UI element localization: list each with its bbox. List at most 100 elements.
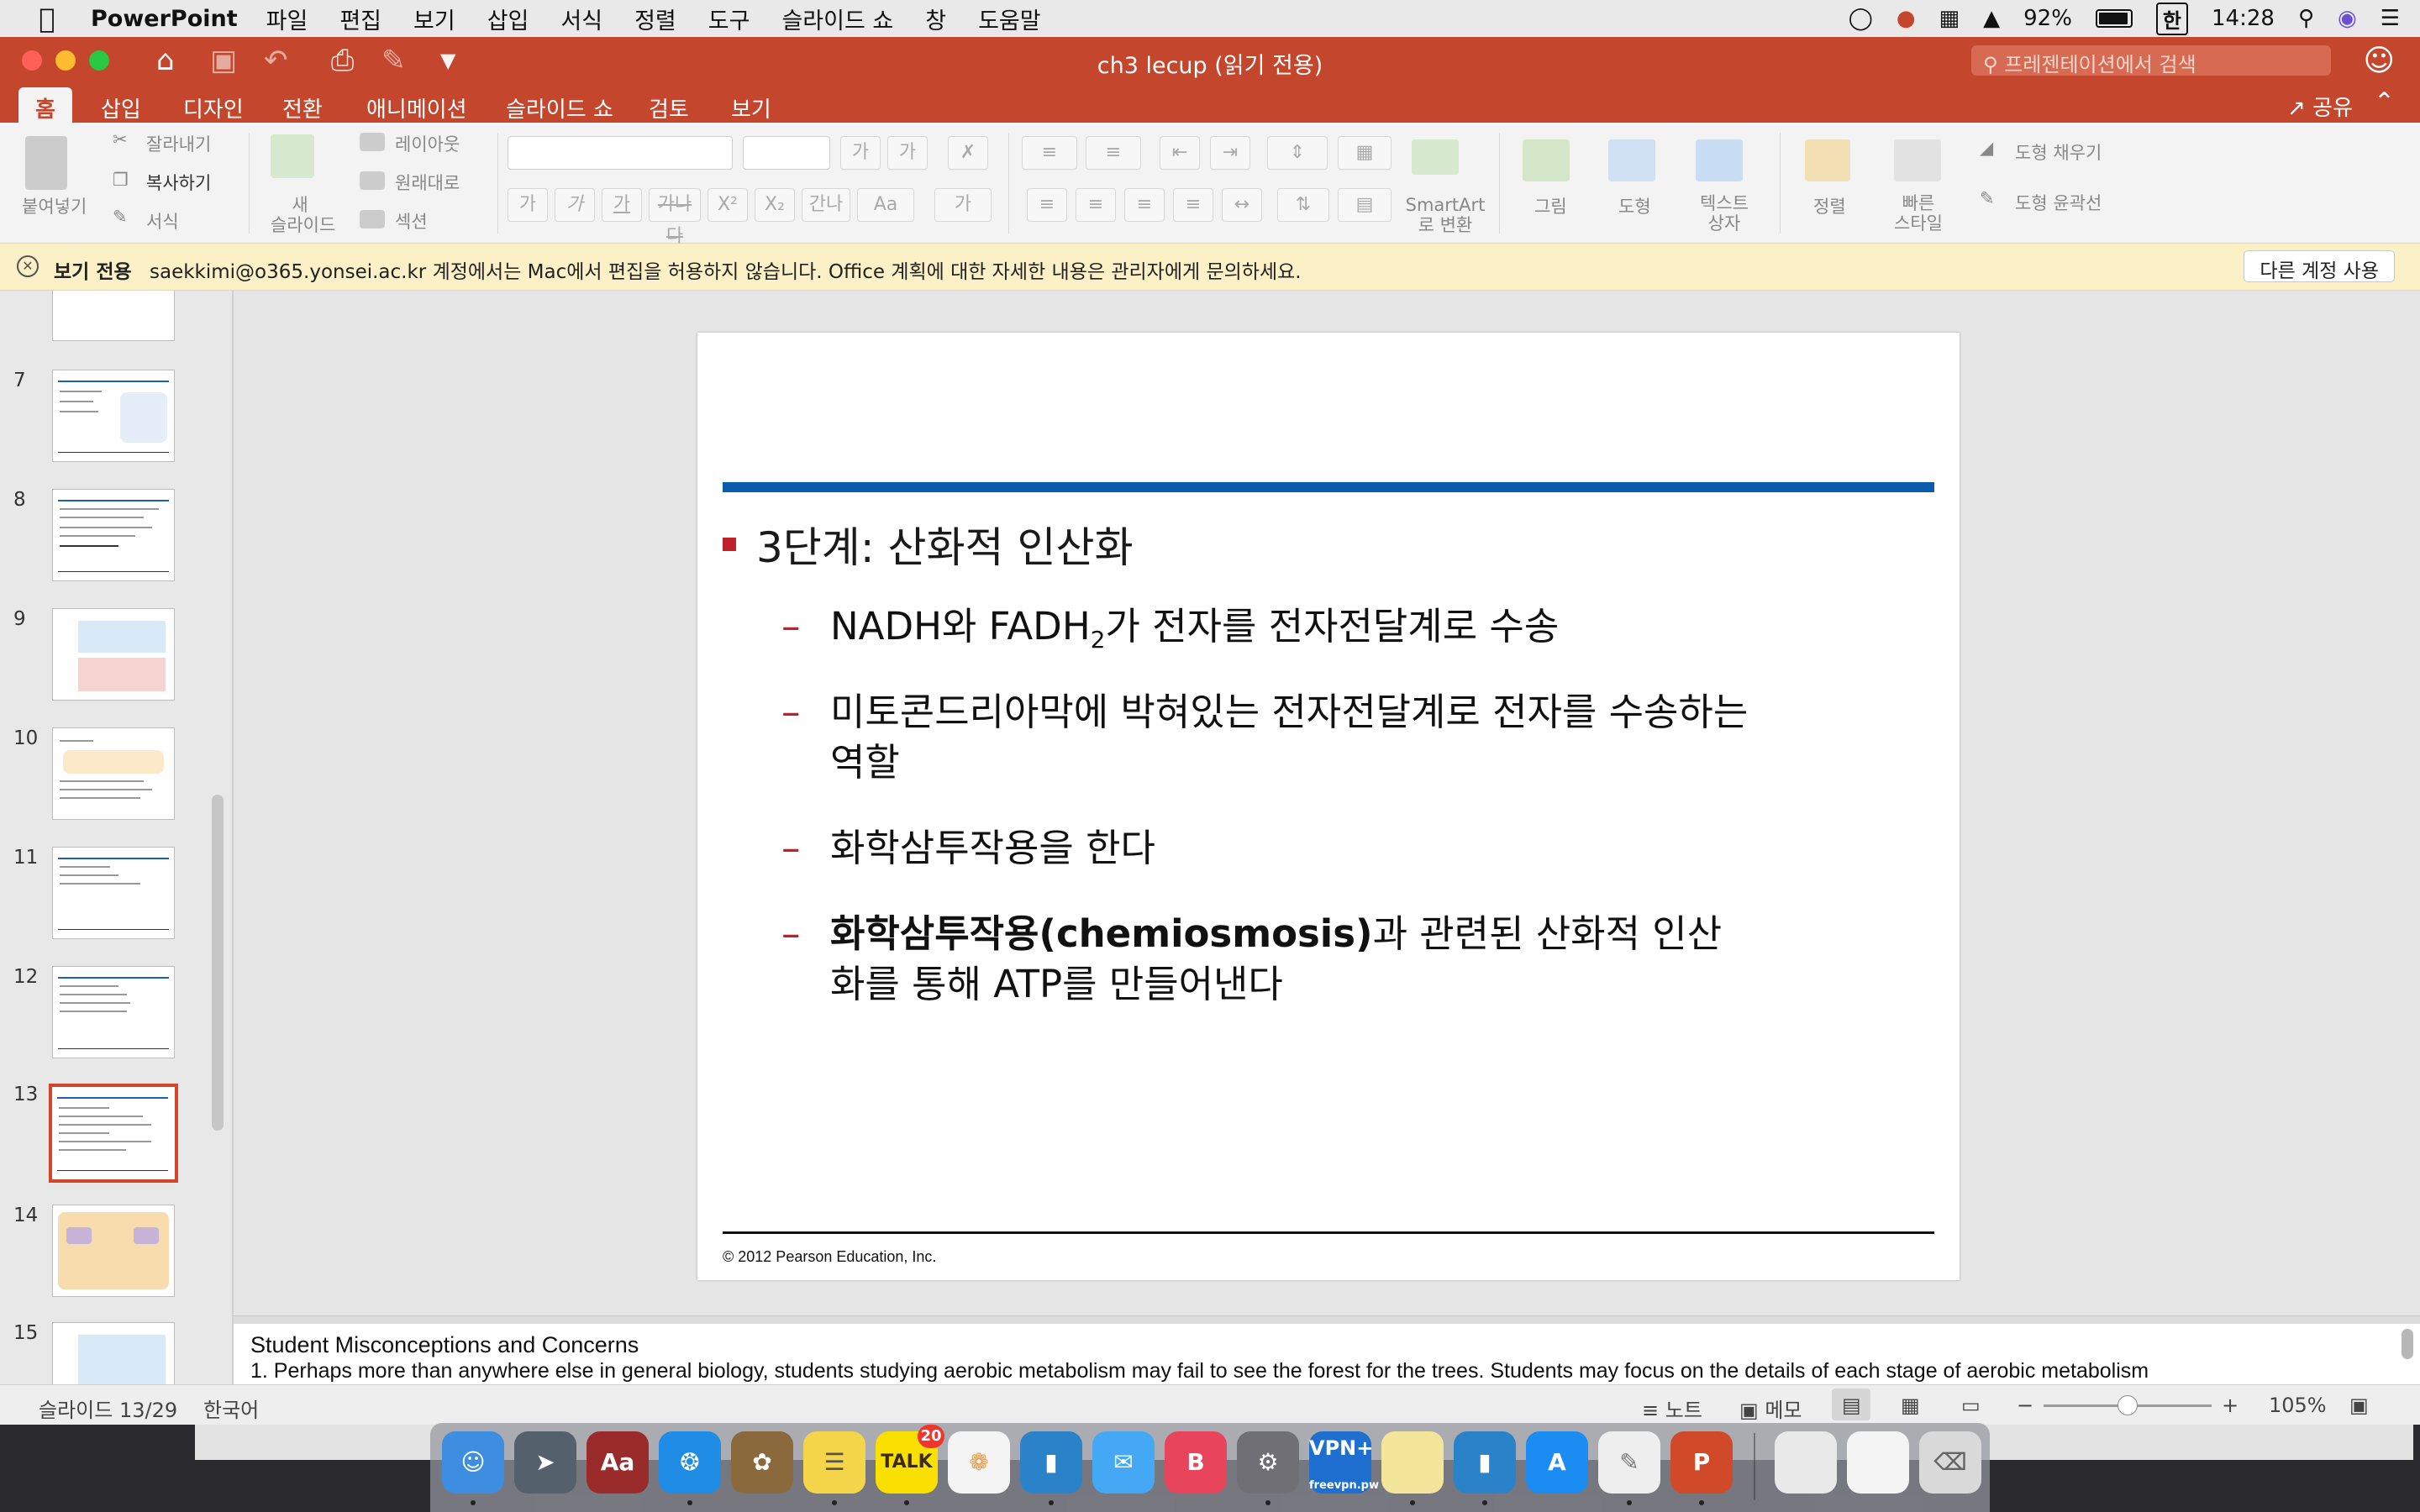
tab-home[interactable]: 홈 (18, 87, 72, 123)
copy-button[interactable]: 복사하기 (146, 170, 211, 195)
new-slide-button[interactable]: 새 슬라이드 (271, 195, 335, 235)
stickies-icon[interactable] (1381, 1431, 1444, 1494)
bold-button[interactable]: 가 (508, 188, 548, 222)
superscript-button[interactable]: X² (708, 188, 748, 222)
reader-app-icon[interactable]: ▮ (1454, 1431, 1516, 1494)
align-left-button[interactable]: ≡ (1027, 188, 1067, 222)
textedit-icon[interactable]: ✎ (1598, 1431, 1660, 1494)
slide-thumbnail[interactable] (52, 847, 175, 939)
convert-smartart-button[interactable]: SmartArt 로 변환 (1398, 195, 1492, 235)
section-button[interactable]: 섹션 (395, 208, 428, 234)
font-color-button[interactable]: 가 (934, 188, 992, 222)
slide-thumbnail[interactable] (52, 1205, 175, 1297)
thumbnail-scrollbar[interactable] (212, 795, 224, 1131)
clock[interactable]: 14:28 (2212, 6, 2275, 31)
align-center-button[interactable]: ≡ (1076, 188, 1116, 222)
menu-view[interactable]: 보기 (413, 3, 455, 35)
wifi-icon[interactable]: ▲ (1983, 6, 2000, 31)
menu-tools[interactable]: 도구 (708, 3, 750, 35)
picture-button[interactable]: 그림 (1534, 193, 1567, 218)
paste-button[interactable]: 붙여넣기 (22, 193, 87, 218)
creative-cloud-icon[interactable]: ◯ (1849, 6, 1873, 31)
clear-format-button[interactable]: ✗ (948, 136, 988, 170)
fit-to-window-icon[interactable]: ▣ (2349, 1394, 2369, 1417)
shape-outline-button[interactable]: 도형 윤곽선 (2015, 190, 2102, 215)
slide-thumbnail[interactable] (52, 291, 175, 341)
kakaotalk-icon[interactable]: TALK 20 (876, 1425, 944, 1494)
font-size-select[interactable] (743, 136, 830, 170)
increase-indent-button[interactable]: ⇥ (1210, 136, 1250, 170)
bear-app-icon[interactable]: B (1165, 1431, 1227, 1494)
app-store-icon[interactable]: A (1526, 1431, 1588, 1494)
font-name-select[interactable] (508, 136, 733, 170)
decrease-indent-button[interactable]: ⇤ (1160, 136, 1200, 170)
safari-icon[interactable]: ❂ (659, 1431, 721, 1494)
text-direction-button[interactable]: ⇅ (1277, 188, 1329, 222)
notes-app-icon[interactable]: ☰ (803, 1431, 865, 1494)
comments-toggle-button[interactable]: ▣ 메모 (1739, 1394, 1802, 1423)
menu-insert[interactable]: 삽입 (487, 3, 529, 35)
grow-font-button[interactable]: 가 (840, 136, 881, 170)
slide-thumbnail[interactable] (52, 1322, 175, 1384)
underline-button[interactable]: 가 (602, 188, 642, 222)
slide-title[interactable]: 3단계: 산화적 인산화 (723, 514, 1133, 575)
share-button[interactable]: ↗ 공유 (2287, 91, 2353, 122)
menu-arrange[interactable]: 정렬 (634, 3, 676, 35)
columns-button[interactable]: ▦ (1338, 136, 1392, 170)
menu-format[interactable]: 서식 (560, 3, 602, 35)
system-preferences-icon[interactable]: ⚙ (1237, 1431, 1299, 1494)
subscript-button[interactable]: X₂ (755, 188, 795, 222)
arrange-button[interactable]: 정렬 (1813, 193, 1846, 218)
shape-button[interactable]: 도형 (1618, 193, 1651, 218)
trash-icon[interactable]: ⌫ (1919, 1431, 1981, 1494)
change-case-button[interactable]: Aa (857, 188, 914, 222)
justify-button[interactable]: ≡ (1173, 188, 1213, 222)
tab-insert[interactable]: 삽입 (84, 87, 158, 123)
zoom-slider-knob[interactable] (2118, 1395, 2138, 1415)
tab-animations[interactable]: 애니메이션 (350, 87, 484, 123)
quick-styles-button[interactable]: 빠른 스타일 (1886, 193, 1951, 234)
menu-window[interactable]: 창 (925, 3, 946, 35)
notification-app-icon[interactable]: ● (1897, 6, 1916, 31)
launchpad-icon[interactable]: ➤ (514, 1431, 576, 1494)
siri-icon[interactable]: ◉ (2338, 6, 2357, 31)
presentation-search-input[interactable]: ⚲ 프레젠테이션에서 검색 (1971, 45, 2331, 76)
cut-button[interactable]: 잘라내기 (146, 131, 211, 156)
window-manager-icon[interactable]: ▦ (1939, 6, 1960, 31)
notes-splitter[interactable] (234, 1315, 2420, 1324)
finder-icon[interactable]: ☺ (442, 1431, 504, 1494)
tab-transitions[interactable]: 전환 (266, 87, 339, 123)
shrink-font-button[interactable]: 가 (887, 136, 928, 170)
zoom-level[interactable]: 105% (2269, 1394, 2327, 1417)
menu-edit[interactable]: 편집 (339, 3, 381, 35)
powerpoint-icon[interactable]: P (1670, 1431, 1733, 1494)
dismiss-message-icon[interactable]: ✕ (17, 255, 39, 277)
photos-icon[interactable]: ❁ (948, 1431, 1010, 1494)
layout-button[interactable]: 레이아웃 (395, 131, 460, 156)
tab-design[interactable]: 디자인 (166, 87, 260, 123)
feedback-smiley-icon[interactable]: ☺ (2363, 44, 2395, 78)
language-indicator[interactable]: 한국어 (203, 1394, 259, 1423)
format-painter-button[interactable]: 서식 (146, 208, 179, 234)
input-source[interactable]: 한 (2155, 2, 2189, 35)
slideshow-view-icon[interactable]: ▭ (1961, 1394, 1981, 1417)
notes-scrollbar[interactable] (2402, 1329, 2413, 1359)
tab-slideshow[interactable]: 슬라이드 쇼 (489, 87, 630, 123)
zoom-in-button[interactable]: + (2222, 1394, 2238, 1417)
slide-thumbnail[interactable] (52, 608, 175, 701)
spotlight-search-icon[interactable]: ⚲ (2298, 6, 2314, 31)
slide-thumbnail-selected[interactable] (49, 1084, 178, 1183)
apple-logo-icon[interactable]:  (22, 3, 72, 34)
zoom-out-button[interactable]: − (2017, 1394, 2033, 1417)
notification-center-icon[interactable]: ☰ (2381, 6, 2400, 31)
downloads-stack-icon[interactable] (1847, 1431, 1909, 1494)
char-spacing-button[interactable]: 간나 (802, 188, 850, 222)
strikethrough-button[interactable]: 가나다 (649, 188, 701, 247)
notes-toggle-button[interactable]: ≡ 노트 (1642, 1394, 1702, 1423)
book-app-icon[interactable]: ▮ (1020, 1431, 1082, 1494)
collapse-ribbon-icon[interactable]: ⌃ (2374, 87, 2395, 117)
use-other-account-button[interactable]: 다른 계정 사용 (2244, 250, 2395, 282)
battery-icon[interactable] (2095, 9, 2133, 28)
documents-stack-icon[interactable] (1775, 1431, 1837, 1494)
shape-fill-button[interactable]: 도형 채우기 (2015, 139, 2102, 165)
